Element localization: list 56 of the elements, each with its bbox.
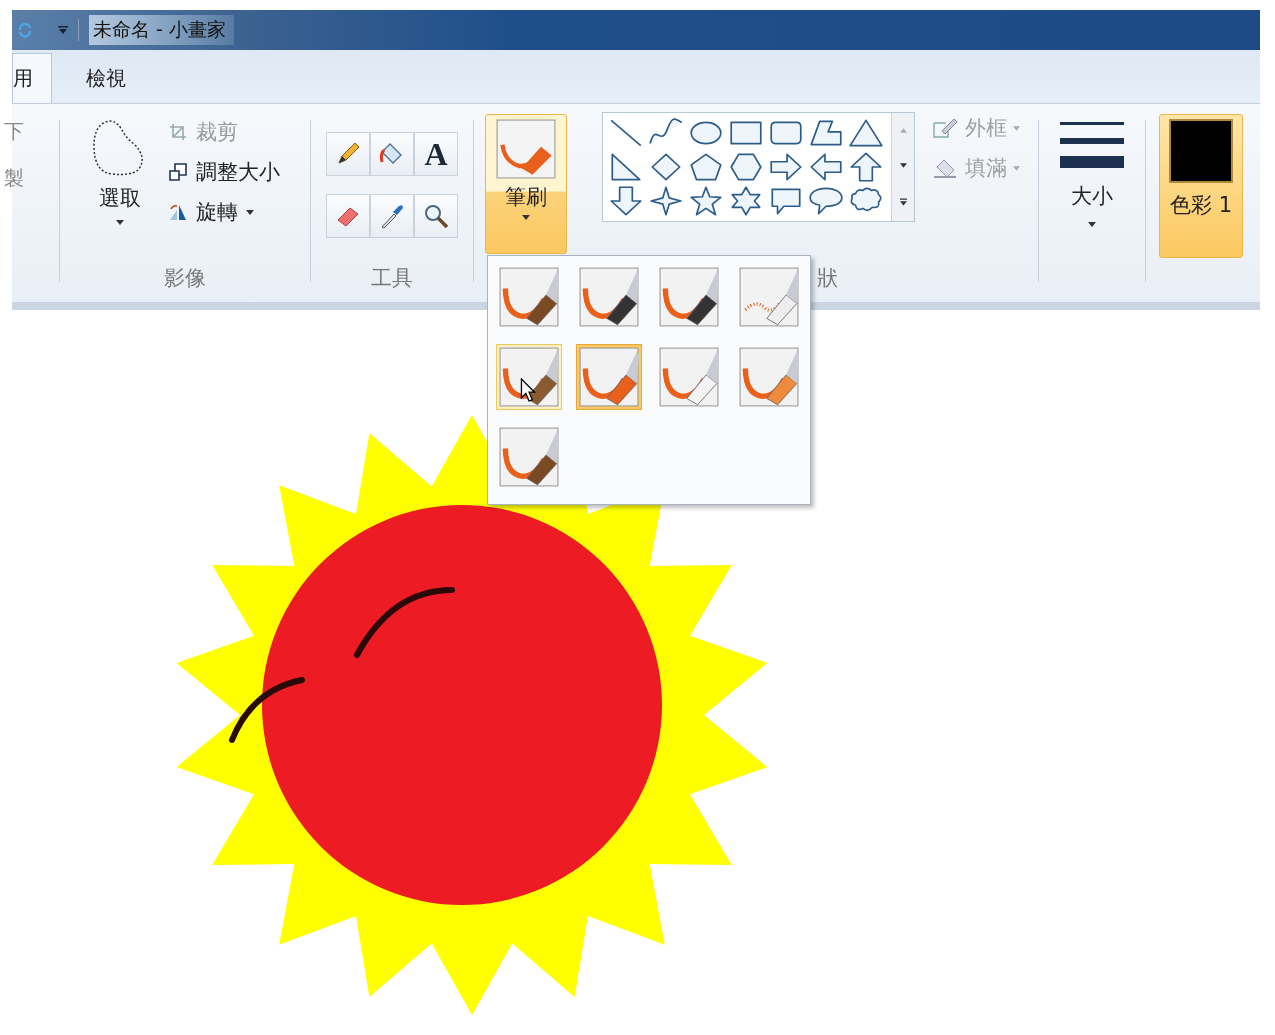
brush-option[interactable] (576, 264, 642, 330)
brushes-button[interactable]: 筆刷 (485, 114, 567, 254)
paint-bucket-icon (931, 157, 959, 179)
caret-icon (1013, 125, 1020, 131)
tool-button[interactable] (370, 194, 414, 238)
image-command[interactable]: 調整大小 (166, 156, 282, 188)
line-width-icon (1060, 120, 1124, 170)
brush-icon (659, 347, 719, 407)
brush-icon (579, 267, 639, 327)
crop-icon (168, 122, 188, 142)
shape-star5-icon[interactable] (687, 185, 725, 217)
tool-button[interactable] (326, 132, 370, 176)
more-icon[interactable] (899, 198, 907, 206)
group-label: 工具 (371, 265, 413, 292)
brush-icon (739, 347, 799, 407)
ribbon-tab[interactable]: 檢視 (60, 53, 152, 103)
color-1-button[interactable]: 色彩 1 (1159, 114, 1243, 258)
shape-triangle-icon[interactable] (847, 117, 885, 149)
select-button[interactable]: 選取 (88, 112, 152, 229)
group-label: 影像 (164, 265, 206, 292)
caret-icon (246, 209, 254, 215)
brush-icon (499, 347, 559, 407)
dropdown-arrow-icon[interactable] (58, 26, 68, 34)
brush-icon (496, 119, 556, 179)
brush-option[interactable] (496, 424, 562, 490)
clipboard-command[interactable]: 製 (4, 165, 24, 192)
ribbon-tab[interactable]: 用 (12, 53, 52, 103)
brush-icon (659, 267, 719, 327)
brush-icon (499, 267, 559, 327)
color-swatch (1169, 119, 1233, 183)
brush-option[interactable] (656, 264, 722, 330)
resize-icon (168, 162, 188, 182)
magnifier-icon (422, 202, 450, 230)
brush-icon (499, 427, 559, 487)
scroll-down-icon[interactable] (899, 163, 907, 168)
text-tool-button[interactable]: A (414, 132, 458, 176)
image-command[interactable]: 旋轉 (166, 196, 282, 228)
caret-icon (116, 220, 124, 225)
caret-icon (522, 215, 530, 220)
shape-pentagon-icon[interactable] (687, 151, 725, 183)
shape-calloval-icon[interactable] (807, 185, 845, 217)
pencil-outline-icon (931, 117, 959, 139)
group-label: 狀 (817, 265, 838, 292)
rotate-icon (168, 202, 188, 222)
brush-icon (739, 267, 799, 327)
mouse-pointer-icon (520, 378, 536, 402)
size-button[interactable]: 大小 (1042, 112, 1142, 242)
tool-button[interactable] (370, 132, 414, 176)
caret-icon (1088, 222, 1096, 227)
brush-option[interactable] (496, 344, 562, 410)
tool-button[interactable] (326, 194, 370, 238)
window-title: 未命名 - 小畫家 (89, 15, 234, 45)
tool-button[interactable] (414, 194, 458, 238)
caret-icon (1013, 165, 1020, 171)
brush-icon (579, 347, 639, 407)
brush-option[interactable] (496, 264, 562, 330)
